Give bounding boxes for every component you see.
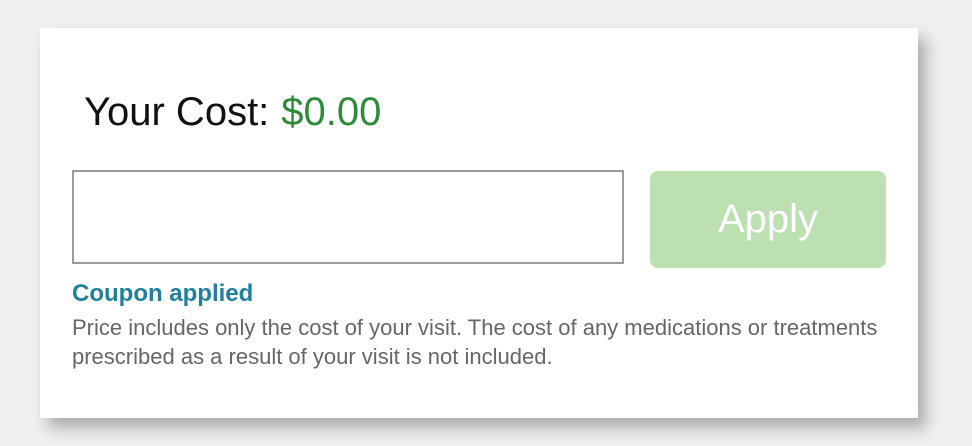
cost-value: $0.00	[281, 90, 382, 134]
cost-card: Your Cost: $0.00 Apply Coupon applied Pri…	[40, 28, 918, 418]
apply-button[interactable]: Apply	[650, 171, 886, 268]
coupon-code-input[interactable]	[72, 170, 624, 264]
coupon-status-text: Coupon applied	[72, 280, 254, 307]
cost-label: Your Cost:	[84, 90, 270, 134]
cost-row: Your Cost: $0.00	[84, 88, 381, 136]
price-disclaimer: Price includes only the cost of your vis…	[72, 315, 878, 369]
